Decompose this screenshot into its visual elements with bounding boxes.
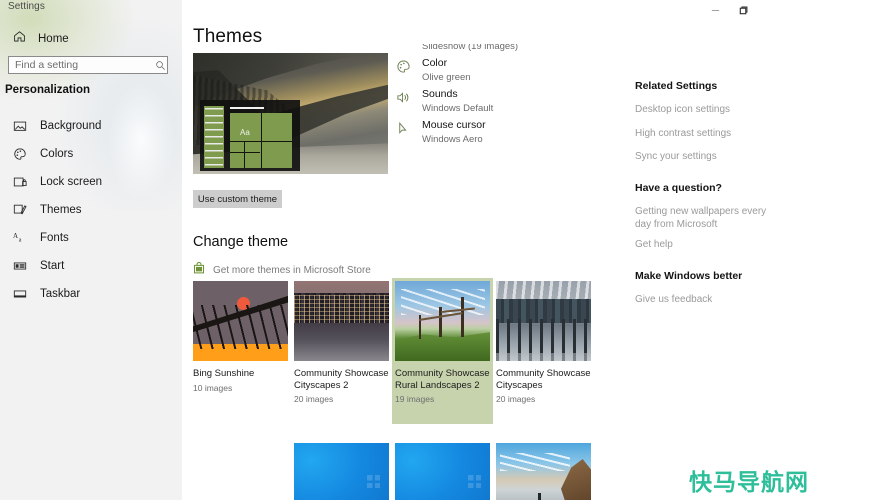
search-box[interactable]	[8, 56, 168, 74]
link-getting-new-wallpapers[interactable]: Getting new wallpapers every day from Mi…	[635, 206, 775, 231]
theme-attribute-background[interactable]: Background Slideshow (19 images)	[395, 44, 565, 57]
themes-brush-icon	[13, 203, 27, 217]
minimize-button[interactable]	[701, 0, 729, 20]
theme-thumbnail[interactable]	[395, 281, 490, 361]
window-controls	[701, 0, 757, 20]
theme-image-count: 19 images	[395, 394, 435, 404]
sidebar-home-label: Home	[38, 32, 69, 45]
theme-attributes-list: Background Slideshow (19 images) Color O…	[395, 44, 585, 166]
theme-attribute-mouse-cursor[interactable]: Mouse cursor Windows Aero	[395, 119, 565, 150]
sidebar-item-label: Lock screen	[40, 176, 103, 188]
theme-name: Community Showcase Rural Landscapes 2	[395, 368, 490, 391]
sidebar-item-label: Fonts	[40, 232, 69, 244]
search-icon[interactable]	[154, 60, 167, 71]
sidebar-nav-list: Background Colors Lock screen Themes A a…	[0, 112, 182, 308]
svg-text:A: A	[13, 232, 18, 240]
sidebar-item-taskbar[interactable]: Taskbar	[0, 280, 182, 308]
theme-thumbnail[interactable]	[496, 281, 591, 361]
sidebar-item-label: Colors	[40, 148, 74, 160]
watermark: 快马导航网	[689, 470, 809, 496]
sidebar: Settings Home Personalization Background	[0, 0, 182, 500]
theme-card-windows-1[interactable]	[291, 440, 392, 500]
palette-icon	[13, 147, 27, 161]
theme-name: Bing Sunshine	[193, 368, 255, 379]
picture-icon	[13, 119, 27, 133]
attribute-name: Color	[422, 57, 448, 69]
get-more-themes-link[interactable]: Get more themes in Microsoft Store	[193, 261, 371, 279]
sidebar-item-label: Taskbar	[40, 288, 81, 300]
theme-thumbnail[interactable]	[294, 443, 389, 500]
attribute-name: Sounds	[422, 88, 458, 100]
link-desktop-icon-settings[interactable]: Desktop icon settings	[635, 104, 731, 117]
start-tiles-icon	[13, 259, 27, 273]
start-menu-mockup: Aa	[200, 100, 300, 171]
attribute-value: Windows Default	[422, 103, 494, 114]
rail-heading: Have a question?	[635, 182, 722, 194]
svg-text:a: a	[19, 238, 22, 244]
sidebar-item-background[interactable]: Background	[0, 112, 182, 140]
cursor-icon	[395, 120, 411, 136]
link-high-contrast-settings[interactable]: High contrast settings	[635, 128, 731, 141]
link-give-us-feedback[interactable]: Give us feedback	[635, 294, 742, 307]
lock-screen-icon	[13, 175, 27, 189]
settings-window: Settings Home Personalization Background	[0, 0, 869, 500]
sidebar-item-label: Themes	[40, 204, 82, 216]
theme-attribute-sounds[interactable]: Sounds Windows Default	[395, 88, 565, 119]
sidebar-item-start[interactable]: Start	[0, 252, 182, 280]
rail-group-have-a-question: Have a question? Getting new wallpapers …	[635, 182, 775, 252]
use-custom-theme-button[interactable]: Use custom theme	[193, 190, 282, 208]
rail-group-related-settings: Related Settings Desktop icon settings H…	[635, 80, 731, 164]
theme-card-rural-landscapes-2[interactable]: Community Showcase Rural Landscapes 2 19…	[392, 278, 493, 424]
theme-card-cityscapes[interactable]: Community Showcase Cityscapes 20 images	[493, 278, 594, 407]
search-input[interactable]	[9, 57, 154, 73]
restore-button[interactable]	[729, 0, 757, 20]
theme-attribute-color[interactable]: Color Olive green	[395, 57, 565, 88]
theme-thumbnail[interactable]	[294, 281, 389, 361]
attribute-value: Slideshow (19 images)	[422, 44, 519, 52]
taskbar-icon	[13, 287, 27, 301]
theme-card-beach[interactable]	[493, 440, 594, 500]
sidebar-item-home[interactable]: Home	[8, 29, 174, 48]
sidebar-item-themes[interactable]: Themes	[0, 196, 182, 224]
theme-thumbnail[interactable]	[193, 281, 288, 361]
attribute-name: Mouse cursor	[422, 119, 486, 131]
main-content: Themes Aa Use custom theme Slideshow (19…	[182, 0, 869, 500]
link-get-help[interactable]: Get help	[635, 239, 775, 252]
fonts-aa-icon: Aa	[13, 231, 27, 245]
theme-image-count: 20 images	[294, 394, 334, 404]
home-icon	[13, 30, 26, 48]
sidebar-item-lock-screen[interactable]: Lock screen	[0, 168, 182, 196]
sidebar-item-fonts[interactable]: Aa Fonts	[0, 224, 182, 252]
theme-image-count: 10 images	[193, 382, 233, 393]
app-title: Settings	[8, 1, 45, 12]
theme-name: Community Showcase Cityscapes 2	[294, 368, 389, 391]
sidebar-item-colors[interactable]: Colors	[0, 140, 182, 168]
rail-group-make-windows-better: Make Windows better Give us feedback	[635, 270, 742, 307]
sidebar-item-label: Background	[40, 120, 102, 132]
speaker-icon	[395, 89, 411, 105]
theme-card-cityscapes-2[interactable]: Community Showcase Cityscapes 2 20 image…	[291, 278, 392, 407]
theme-thumbnail[interactable]	[496, 443, 591, 500]
theme-card-windows-2[interactable]	[392, 440, 493, 500]
palette-icon	[395, 58, 411, 74]
link-sync-your-settings[interactable]: Sync your settings	[635, 151, 731, 164]
attribute-value: Olive green	[422, 72, 471, 83]
rail-heading: Make Windows better	[635, 270, 743, 282]
theme-image-count: 20 images	[496, 394, 536, 404]
preview-aa-text: Aa	[240, 128, 250, 137]
theme-thumbnail[interactable]	[395, 443, 490, 500]
sidebar-item-label: Start	[40, 260, 65, 272]
microsoft-store-icon	[193, 261, 205, 279]
page-title: Themes	[193, 26, 263, 47]
change-theme-title: Change theme	[193, 234, 289, 250]
theme-name: Community Showcase Cityscapes	[496, 368, 591, 391]
store-link-label: Get more themes in Microsoft Store	[213, 264, 371, 276]
attribute-value: Windows Aero	[422, 134, 483, 145]
rail-heading: Related Settings	[635, 80, 718, 92]
sidebar-section-title: Personalization	[5, 84, 90, 96]
theme-card-bing-sunshine[interactable]: Bing Sunshine 10 images	[190, 278, 291, 396]
theme-preview-image: Aa	[193, 53, 388, 174]
